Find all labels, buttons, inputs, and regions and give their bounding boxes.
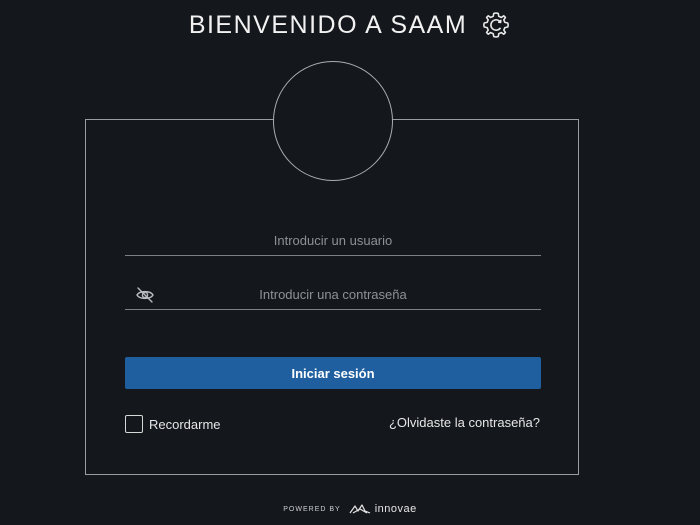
- gear-icon[interactable]: [481, 10, 511, 40]
- avatar: [273, 61, 393, 181]
- forgot-password-link[interactable]: ¿Olvidaste la contraseña?: [389, 415, 540, 430]
- password-field-wrapper: [125, 280, 541, 310]
- username-input[interactable]: [125, 226, 541, 255]
- header: BIENVENIDO A SAAM: [0, 8, 700, 42]
- powered-by-label: POWERED BY: [283, 505, 341, 513]
- remember-me-label: Recordarme: [149, 416, 221, 432]
- brand-logo: innovae: [349, 503, 417, 515]
- brand-name: innovae: [374, 503, 417, 515]
- footer: POWERED BY innovae: [0, 499, 700, 519]
- remember-me-toggle[interactable]: Recordarme: [125, 413, 221, 435]
- eye-off-icon[interactable]: [135, 285, 155, 305]
- username-field-wrapper: [125, 226, 541, 256]
- password-input[interactable]: [125, 280, 541, 309]
- remember-me-checkbox[interactable]: [125, 415, 143, 433]
- page-title: BIENVENIDO A SAAM: [188, 10, 468, 39]
- login-button[interactable]: Iniciar sesión: [125, 357, 541, 389]
- brand-mark-icon: [349, 504, 370, 514]
